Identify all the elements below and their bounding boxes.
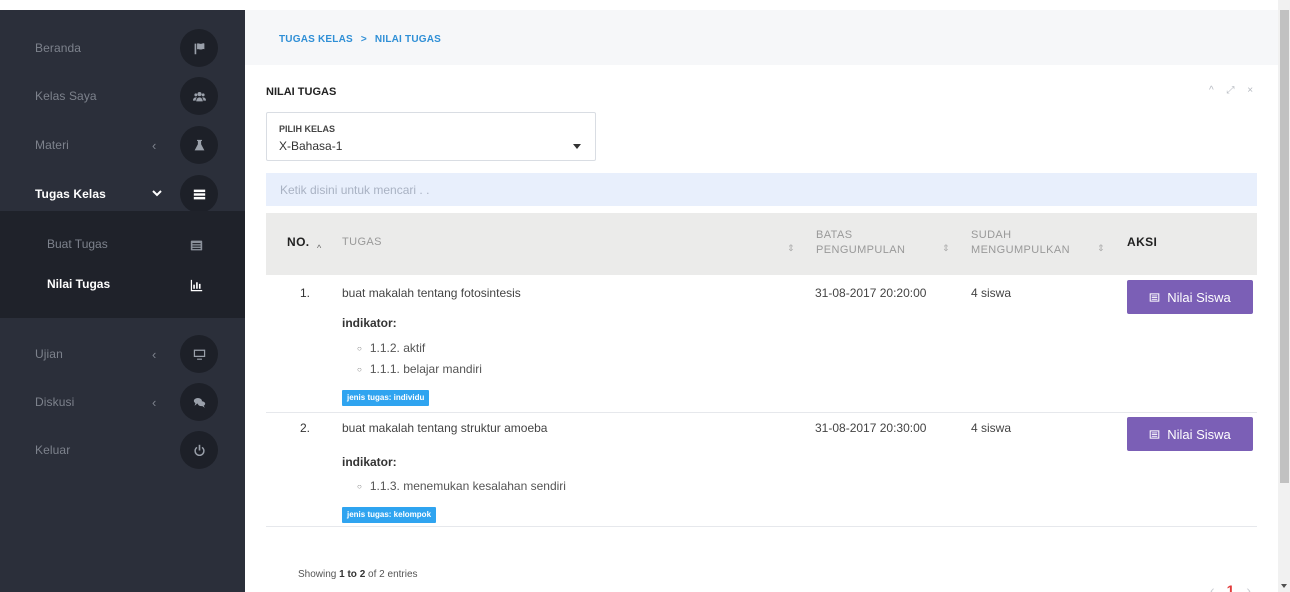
breadcrumb-separator: > xyxy=(360,34,367,45)
pagination: ‹ 1 › xyxy=(1210,582,1251,592)
chevron-left-icon: ‹ xyxy=(152,137,157,153)
class-select-value: X-Bahasa-1 xyxy=(279,139,343,153)
panel-title: NILAI TUGAS xyxy=(266,86,337,98)
sidebar-item-label: Diskusi xyxy=(35,395,75,409)
indikator-label: indikator: xyxy=(342,455,397,469)
jenis-tugas-badge: jenis tugas: individu xyxy=(342,390,430,406)
breadcrumb-current: NILAI TUGAS xyxy=(374,34,442,45)
row-number: 1. xyxy=(300,286,311,300)
sidebar-item-tugas-kelas[interactable]: Tugas Kelas xyxy=(0,173,245,215)
pagination-prev[interactable]: ‹ xyxy=(1210,582,1215,592)
chevron-left-icon: ‹ xyxy=(152,394,157,410)
row-tugas: buat makalah tentang struktur amoeba xyxy=(342,421,548,435)
sort-icon[interactable]: ⇕ xyxy=(1097,243,1105,254)
monitor-icon xyxy=(180,335,218,373)
sidebar-item-keluar[interactable]: Keluar xyxy=(0,429,245,471)
breadcrumb-parent-link[interactable]: TUGAS KELAS xyxy=(279,34,353,45)
submenu-item-nilai-tugas[interactable]: Nilai Tugas xyxy=(0,265,245,305)
sidebar-item-ujian[interactable]: Ujian ‹ xyxy=(0,333,245,375)
sort-icon[interactable]: ⇕ xyxy=(942,243,950,254)
list-alt-icon xyxy=(1149,292,1160,302)
search-input[interactable] xyxy=(266,173,1257,206)
chevron-left-icon: ‹ xyxy=(152,346,157,362)
row-number: 2. xyxy=(300,421,311,435)
sidebar-item-label: Keluar xyxy=(35,443,71,457)
nilai-siswa-button-label: Nilai Siswa xyxy=(1167,289,1231,305)
sidebar-item-label: Tugas Kelas xyxy=(35,187,106,201)
submenu-tugas-kelas: Buat Tugas Nilai Tugas xyxy=(0,211,245,318)
flag-icon xyxy=(180,29,218,67)
column-header-sudah-line1: SUDAH xyxy=(971,229,1012,241)
sidebar-item-label: Kelas Saya xyxy=(35,89,97,103)
row-batas: 31-08-2017 20:20:00 xyxy=(815,286,927,300)
column-header-batas-line1: BATAS xyxy=(816,229,853,241)
caret-down-icon xyxy=(573,144,581,149)
submenu-item-label: Nilai Tugas xyxy=(47,277,111,291)
nilai-siswa-button[interactable]: Nilai Siswa xyxy=(1127,280,1253,314)
indikator-label: indikator: xyxy=(342,316,397,330)
column-header-sudah-line2: MENGUMPULKAN xyxy=(971,244,1070,256)
tasks-icon xyxy=(180,175,218,213)
sort-icon[interactable]: ⇕ xyxy=(787,243,795,254)
column-header-sudah[interactable]: SUDAH MENGUMPULKAN xyxy=(971,228,1070,258)
class-select-label: PILIH KELAS xyxy=(279,124,336,134)
scrollbar-thumb[interactable] xyxy=(1280,10,1289,483)
panel-tools: ^ ⤢ × xyxy=(1209,85,1258,96)
column-header-no[interactable]: NO. xyxy=(287,235,310,250)
submenu-item-label: Buat Tugas xyxy=(47,237,108,251)
sidebar-item-label: Materi xyxy=(35,138,69,152)
chevron-down-icon xyxy=(152,187,162,201)
nilai-siswa-button[interactable]: Nilai Siswa xyxy=(1127,417,1253,451)
table-info: Showing 1 to 2 of 2 entries xyxy=(298,569,418,580)
submenu-item-buat-tugas[interactable]: Buat Tugas xyxy=(0,225,245,265)
row-tugas: buat makalah tentang fotosintesis xyxy=(342,286,521,300)
table-info-suffix: of 2 entries xyxy=(368,569,418,580)
table-info-prefix: Showing xyxy=(298,569,337,580)
class-select[interactable]: PILIH KELAS X-Bahasa-1 xyxy=(266,112,596,161)
scroll-down-arrow-icon[interactable] xyxy=(1281,584,1287,588)
row-batas: 31-08-2017 20:30:00 xyxy=(815,421,927,435)
sidebar-item-diskusi[interactable]: Diskusi ‹ xyxy=(0,381,245,423)
sidebar-item-kelas-saya[interactable]: Kelas Saya xyxy=(0,75,245,117)
jenis-tugas-badge: jenis tugas: kelompok xyxy=(342,507,437,523)
column-header-batas[interactable]: BATAS PENGUMPULAN xyxy=(816,228,905,258)
sidebar-item-beranda[interactable]: Beranda xyxy=(0,27,245,69)
panel-tools-icons[interactable]: ^ ⤢ × xyxy=(1209,85,1258,96)
bar-chart-icon xyxy=(187,276,205,294)
sidebar-item-label: Beranda xyxy=(35,41,82,55)
power-icon xyxy=(180,431,218,469)
indikator-item: 1.1.3. menemukan kesalahan sendiri xyxy=(357,479,566,493)
flask-icon xyxy=(180,126,218,164)
nilai-siswa-button-label: Nilai Siswa xyxy=(1167,426,1231,442)
users-icon xyxy=(180,77,218,115)
comments-icon xyxy=(180,383,218,421)
column-header-tugas[interactable]: TUGAS xyxy=(342,235,382,250)
row-divider xyxy=(266,526,1257,527)
top-bar: TUGAS KELAS > NILAI TUGAS xyxy=(245,10,1278,65)
row-sudah: 4 siswa xyxy=(971,286,1012,300)
row-divider xyxy=(266,412,1257,413)
indikator-item: 1.1.1. belajar mandiri xyxy=(357,362,482,376)
sidebar-item-materi[interactable]: Materi ‹ xyxy=(0,124,245,166)
table-info-range: 1 to 2 xyxy=(339,569,366,580)
breadcrumb: TUGAS KELAS > NILAI TUGAS xyxy=(279,34,441,45)
list-alt-icon xyxy=(1149,429,1160,439)
pagination-page[interactable]: 1 xyxy=(1227,582,1235,592)
column-header-batas-line2: PENGUMPULAN xyxy=(816,244,906,256)
pagination-next[interactable]: › xyxy=(1246,582,1251,592)
list-icon xyxy=(187,236,205,254)
sidebar: Beranda Kelas Saya Materi ‹ Tugas Kelas … xyxy=(0,10,245,592)
indikator-item: 1.1.2. aktif xyxy=(357,341,425,355)
sidebar-item-label: Ujian xyxy=(35,347,63,361)
column-header-aksi: AKSI xyxy=(1127,235,1158,249)
table-header: NO. ^ TUGAS ⇕ BATAS PENGUMPULAN ⇕ SUDAH … xyxy=(266,213,1257,275)
sort-asc-icon[interactable]: ^ xyxy=(317,243,321,253)
row-sudah: 4 siswa xyxy=(971,421,1012,435)
